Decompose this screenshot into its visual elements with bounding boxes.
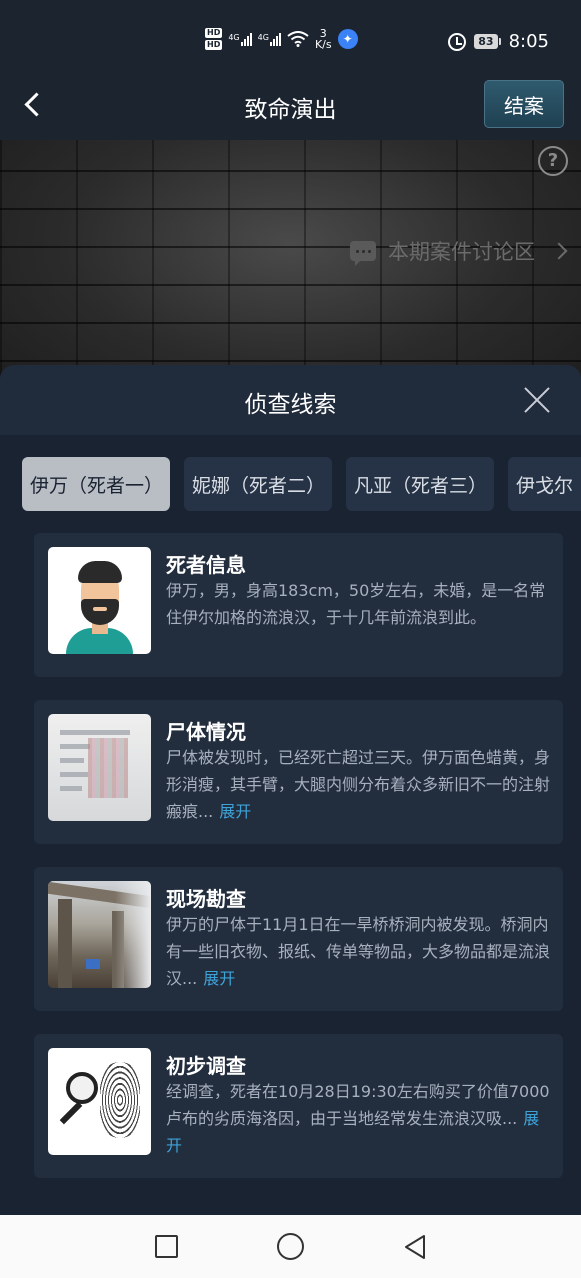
system-nav-bar	[0, 1215, 581, 1278]
clue-card-body: 伊万，男，身高183cm，50岁左右，未婚，是一名常住伊尔加格的流浪汉，于十几年…	[166, 577, 551, 631]
status-bar: HD HD 4G 4G 3 K/s ✦ 83 8:05	[0, 0, 581, 80]
clue-card-victim-info[interactable]: 死者信息 伊万，男，身高183cm，50岁左右，未婚，是一名常住伊尔加格的流浪汉…	[34, 533, 563, 677]
back-triangle-icon[interactable]	[402, 1234, 428, 1260]
clue-card-text: 经调查，死者在10月28日19:30左右购买了价值7000卢布的劣质海洛因，由于…	[166, 1082, 550, 1128]
hd-badge-1: HD	[205, 28, 223, 38]
bridge-scene-image	[48, 881, 151, 988]
network-type-1: 4G	[228, 32, 240, 42]
hd-badge-2: HD	[205, 40, 223, 50]
network-type-2: 4G	[257, 32, 269, 42]
clue-card-text: 伊万，男，身高183cm，50岁左右，未婚，是一名常住伊尔加格的流浪汉，于十几年…	[166, 581, 546, 627]
clues-sheet: 侦查线索 伊万（死者一） 妮娜（死者二） 凡亚（死者三） 伊戈尔（ 死者信息 伊…	[0, 365, 581, 1215]
clue-card-body: 伊万的尸体于11月1日在一旱桥桥洞内被发现。桥洞内有一些旧衣物、报纸、传单等物品…	[166, 911, 551, 992]
victim-tabs: 伊万（死者一） 妮娜（死者二） 凡亚（死者三） 伊戈尔（	[22, 457, 581, 511]
sheet-header: 侦查线索	[0, 365, 581, 435]
status-time: 8:05	[508, 31, 549, 52]
autopsy-document-image	[48, 714, 151, 821]
expand-link[interactable]: 展开	[203, 969, 235, 988]
hd-badges: HD HD	[205, 28, 223, 50]
signal-icon-2: 4G	[257, 32, 281, 46]
tab-victim-4[interactable]: 伊戈尔（	[508, 457, 581, 511]
alarm-icon	[448, 32, 467, 51]
expand-link[interactable]: 展开	[219, 802, 251, 821]
chat-bubble-icon	[350, 241, 376, 266]
clue-card-title: 尸体情况	[166, 720, 246, 744]
recents-square-icon[interactable]	[155, 1235, 178, 1258]
baidu-icon: ✦	[337, 29, 358, 49]
tab-victim-1[interactable]: 伊万（死者一）	[22, 457, 170, 511]
help-icon[interactable]: ?	[538, 146, 568, 176]
tab-victim-2[interactable]: 妮娜（死者二）	[184, 457, 332, 511]
close-icon[interactable]	[523, 386, 551, 414]
clue-card-preliminary-investigation[interactable]: 初步调查 经调查，死者在10月28日19:30左右购买了价值7000卢布的劣质海…	[34, 1034, 563, 1178]
network-speed: 3 K/s	[315, 28, 332, 50]
app-header: 致命演出 结案	[0, 70, 581, 140]
chevron-right-icon	[550, 242, 568, 260]
signal-icon-1: 4G	[228, 32, 252, 46]
tab-victim-3[interactable]: 凡亚（死者三）	[346, 457, 494, 511]
speed-unit: K/s	[314, 38, 332, 51]
clue-card-body: 尸体被发现时，已经死亡超过三天。伊万面色蜡黄，身形消瘦，其手臂，大腿内侧分布着众…	[166, 744, 551, 825]
discussion-label: 本期案件讨论区	[388, 240, 535, 264]
close-case-button[interactable]: 结案	[484, 80, 564, 128]
clue-card-title: 现场勘查	[166, 887, 246, 911]
status-right-icons: 83 8:05	[448, 31, 549, 52]
clue-card-body: 经调查，死者在10月28日19:30左右购买了价值7000卢布的劣质海洛因，由于…	[166, 1078, 551, 1159]
home-circle-icon[interactable]	[277, 1233, 304, 1260]
clue-card-title: 死者信息	[166, 553, 246, 577]
victim-avatar-image	[48, 547, 151, 654]
wifi-icon	[287, 31, 309, 47]
clue-card-scene-investigation[interactable]: 现场勘查 伊万的尸体于11月1日在一旱桥桥洞内被发现。桥洞内有一些旧衣物、报纸、…	[34, 867, 563, 1011]
clue-list: 死者信息 伊万，男，身高183cm，50岁左右，未婚，是一名常住伊尔加格的流浪汉…	[34, 533, 563, 1201]
battery-level: 83	[474, 34, 498, 49]
battery-icon: 83	[474, 34, 501, 49]
sheet-title: 侦查线索	[244, 392, 337, 418]
case-background-image: ? 本期案件讨论区	[0, 140, 581, 400]
discussion-link[interactable]: 本期案件讨论区	[350, 236, 568, 266]
clue-card-body-condition[interactable]: 尸体情况 尸体被发现时，已经死亡超过三天。伊万面色蜡黄，身形消瘦，其手臂，大腿内…	[34, 700, 563, 844]
clue-card-title: 初步调查	[166, 1054, 246, 1078]
status-left-icons: HD HD 4G 4G 3 K/s ✦	[205, 28, 358, 50]
fingerprint-magnifier-image	[48, 1048, 151, 1155]
